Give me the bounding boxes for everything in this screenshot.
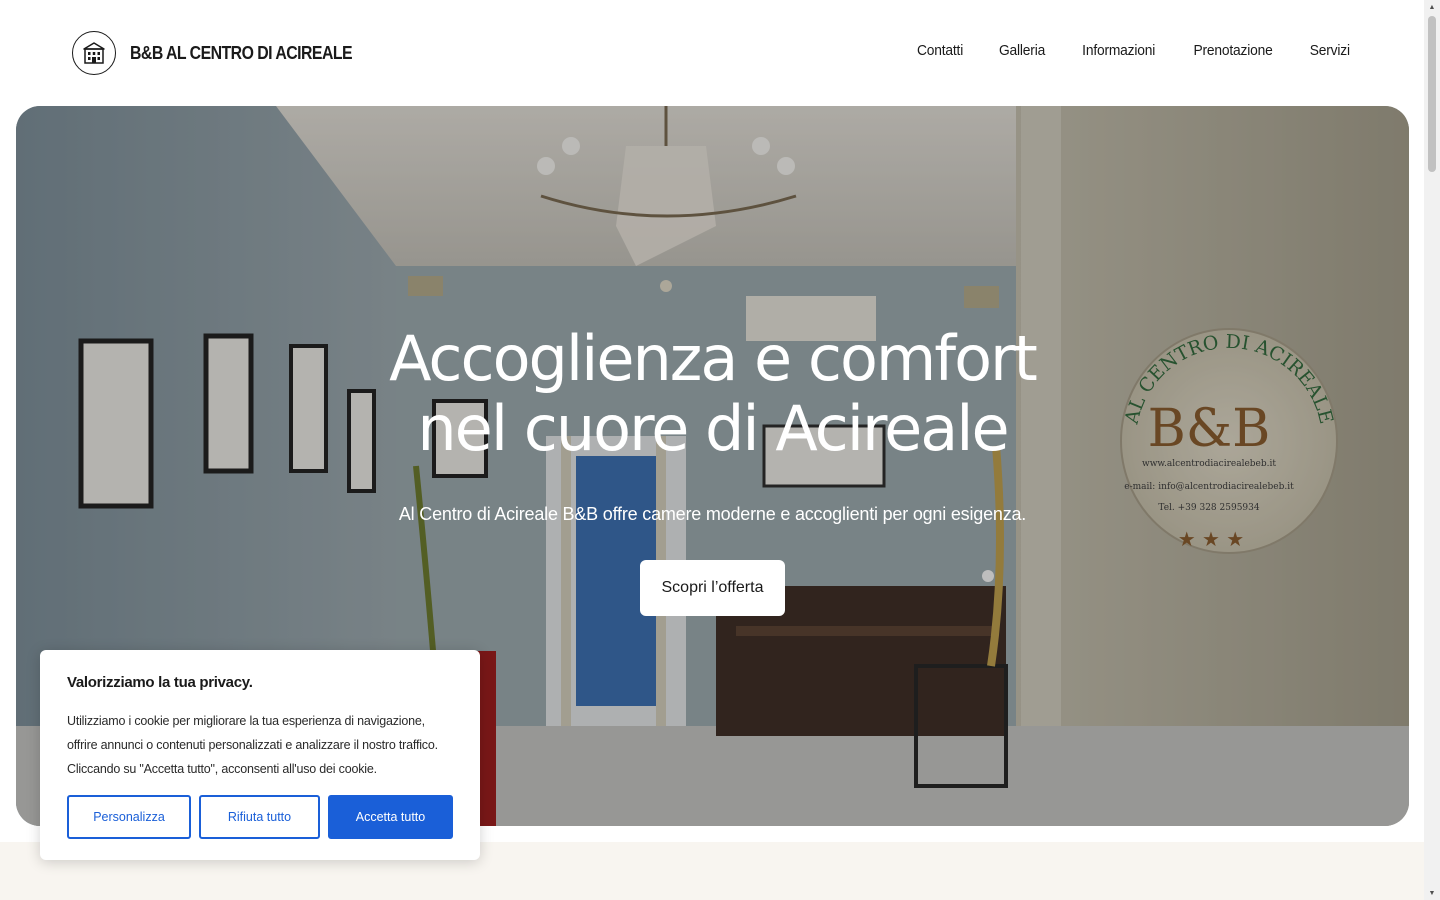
brand-name: B&B AL CENTRO DI ACIREALE (130, 42, 353, 63)
hero-title-line-1: Accoglienza e comfort (389, 322, 1038, 395)
scroll-up-arrow-icon[interactable]: ▲ (1424, 0, 1440, 14)
nav-servizi[interactable]: Servizi (1310, 42, 1350, 59)
hero-title-line-2: nel cuore di Acireale (417, 392, 1009, 465)
cookie-description: Utilizziamo i cookie per migliorare la t… (67, 714, 438, 776)
hero-subtitle: Al Centro di Acireale B&B offre camere m… (398, 504, 1027, 524)
nav-contatti[interactable]: Contatti (917, 42, 963, 59)
logo-link[interactable]: B&B AL CENTRO DI ACIREALE (72, 31, 382, 75)
nav-informazioni[interactable]: Informazioni (1082, 42, 1155, 59)
nav-galleria[interactable]: Galleria (999, 42, 1045, 59)
page-scrollbar[interactable]: ▲ ▼ (1424, 0, 1440, 900)
building-icon (72, 31, 116, 75)
cookie-consent-banner: Valorizziamo la tua privacy. Utilizziamo… (40, 650, 480, 860)
hero-content: Accoglienza e comfort nel cuore di Acire… (16, 324, 1409, 616)
discover-offer-button[interactable]: Scopri l’offerta (640, 560, 785, 616)
site-header: B&B AL CENTRO DI ACIREALE Contatti Galle… (0, 0, 1424, 106)
cookie-actions: Personalizza Rifiuta tutto Accetta tutto (67, 795, 453, 839)
scroll-down-arrow-icon[interactable]: ▼ (1424, 886, 1440, 900)
customize-button[interactable]: Personalizza (67, 795, 191, 839)
reject-all-button[interactable]: Rifiuta tutto (199, 795, 320, 839)
hero-title: Accoglienza e comfort nel cuore di Acire… (16, 324, 1409, 464)
nav-prenotazione[interactable]: Prenotazione (1194, 42, 1273, 59)
main-nav: Contatti Galleria Informazioni Prenotazi… (915, 42, 1352, 59)
scrollbar-thumb[interactable] (1428, 16, 1436, 172)
accept-all-button[interactable]: Accetta tutto (328, 795, 453, 839)
cookie-title: Valorizziamo la tua privacy. (67, 674, 253, 691)
